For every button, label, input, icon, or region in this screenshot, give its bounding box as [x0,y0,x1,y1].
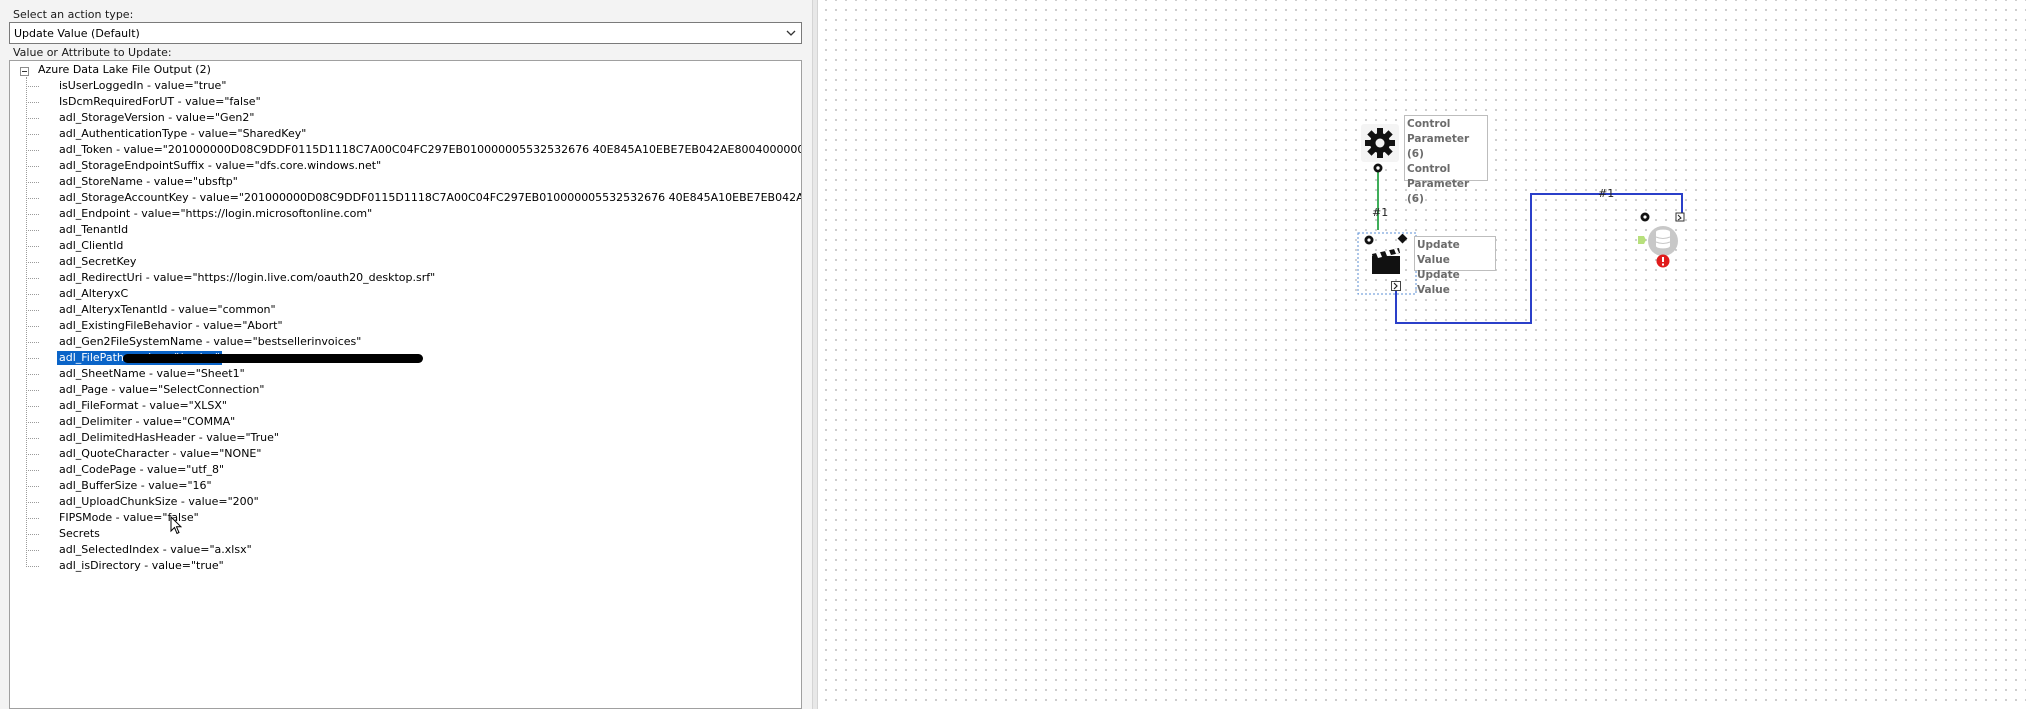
tree-item-label: adl_SecretKey [59,255,137,268]
tree-item-label: adl_SelectedIndex - value="a.xlsx" [59,543,252,556]
tree-item-label: adl_UploadChunkSize - value="200" [59,495,259,508]
tree-item-label: adl_Page - value="SelectConnection" [59,383,265,396]
tree-item-label: IsDcmRequiredForUT - value="false" [59,95,261,108]
annotation-line: Control [1407,163,1451,175]
input-anchor-icon[interactable] [1391,281,1401,291]
tree-connector-line [26,246,39,247]
value-attribute-tree[interactable]: Azure Data Lake File Output (2) isUserLo… [9,60,802,709]
action-annotation: Update Value Update Value [1414,236,1496,296]
tree-connector-line [26,150,39,151]
tree-item-label: adl_AlteryxTenantId - value="common" [59,303,276,316]
tree-connector-line [26,118,39,119]
tree-item-label: adl_RedirectUri - value="https://login.l… [59,271,436,284]
tree-connector-line [26,566,39,567]
output-anchor-icon[interactable] [1373,163,1383,173]
tree-item-label: adl_StorageVersion - value="Gen2" [59,111,255,124]
mouse-cursor-icon [170,516,182,535]
tree-connector-line [26,326,39,327]
connection-label: #1 [1598,187,1615,200]
tree-connector-line [26,390,39,391]
action-type-dropdown[interactable]: Update Value (Default) [9,22,802,44]
tree-item-label: adl_Token - value="201000000D08C9DDF0115… [59,143,801,156]
tree-item-label: adl_AuthenticationType - value="SharedKe… [59,127,307,140]
tree-connector-line [26,518,39,519]
control-parameter-annotation: Control Parameter (6) Control Parameter … [1404,115,1488,205]
tree-item-label: adl_StorageAccountKey - value="201000000… [59,191,801,204]
tree-connector-line [26,502,39,503]
annotation-line: Update Value [1417,269,1460,296]
annotation-line: Update Value [1417,239,1460,266]
tree-item-label: adl_TenantId [59,223,129,236]
tree-connector-line [26,342,39,343]
tree-item-label: adl_ClientId [59,239,124,252]
tree-connector-line [26,182,39,183]
tree-connector-line [26,166,39,167]
tree-connector-line [26,550,39,551]
tree-connector-line [26,294,39,295]
tree-item-label: adl_SheetName - value="Sheet1" [59,367,245,380]
annotation-line: Parameter (6) [1407,133,1470,160]
tree-item-label: adl_Delimiter - value="COMMA" [59,415,236,428]
action-clapperboard-icon[interactable] [1363,234,1413,278]
tree-item-label: adl_DelimitedHasHeader - value="True" [59,431,279,444]
tree-connector-line [26,358,39,359]
tree-item-label: adl_QuoteCharacter - value="NONE" [59,447,262,460]
tree-item-label: adl_BufferSize - value="16" [59,479,212,492]
tree-item-label: Secrets [59,527,100,540]
tree-item-label: adl_FileFormat - value="XLSX" [59,399,227,412]
tree-connector-line [26,310,39,311]
tree-connector-line [26,406,39,407]
tree-connector-line [26,486,39,487]
tree-connector-line [26,198,39,199]
tree-connector-line [26,278,39,279]
tree-connector-line [26,86,39,87]
tree-item-label: adl_CodePage - value="utf_8" [59,463,225,476]
collapse-toggle-icon[interactable] [20,67,29,76]
tree-connector-line [26,438,39,439]
tree-connector-line [26,102,39,103]
tree-connector-line [26,214,39,215]
configuration-panel: Select an action type: Update Value (Def… [0,0,812,709]
tree-connector-line [26,262,39,263]
tree-connector-line [26,230,39,231]
tree-connector-line [26,470,39,471]
workflow-canvas[interactable]: Control Parameter (6) Control Parameter … [818,0,2026,709]
tree-item-label: adl_Endpoint - value="https://login.micr… [59,207,373,220]
tree-connector-line [26,134,39,135]
tree-item-label: adl_isDirectory - value="true" [59,559,224,572]
annotation-line: Control [1407,118,1451,130]
control-parameter-gear-icon[interactable] [1361,124,1399,162]
tree-connector-line [26,422,39,423]
annotation-line: Parameter (6) [1407,178,1470,205]
connection-label: #1 [1372,206,1389,219]
tree-connector-line [26,534,39,535]
tree-root-node[interactable]: Azure Data Lake File Output (2) [38,63,211,76]
tree-item-label: adl_ExistingFileBehavior - value="Abort" [59,319,283,332]
tree-item-label: adl_StorageEndpointSuffix - value="dfs.c… [59,159,382,172]
error-icon [1656,254,1670,268]
tree-connector-line [26,454,39,455]
tree-item-label: isUserLoggedIn - value="true" [59,79,227,92]
redaction-mark [123,354,423,363]
action-type-selected-value: Update Value (Default) [14,27,140,40]
connections-layer [1357,171,1683,324]
tree-connector-line [26,374,39,375]
tree-item-label: adl_AlteryxC [59,287,129,300]
tree-item-label: adl_Gen2FileSystemName - value="bestsell… [59,335,362,348]
tree-item-label: adl_StoreName - value="ubsftp" [59,175,238,188]
value-attribute-label: Value or Attribute to Update: [13,46,172,59]
chevron-down-icon[interactable] [784,26,798,40]
action-type-label: Select an action type: [13,8,134,21]
